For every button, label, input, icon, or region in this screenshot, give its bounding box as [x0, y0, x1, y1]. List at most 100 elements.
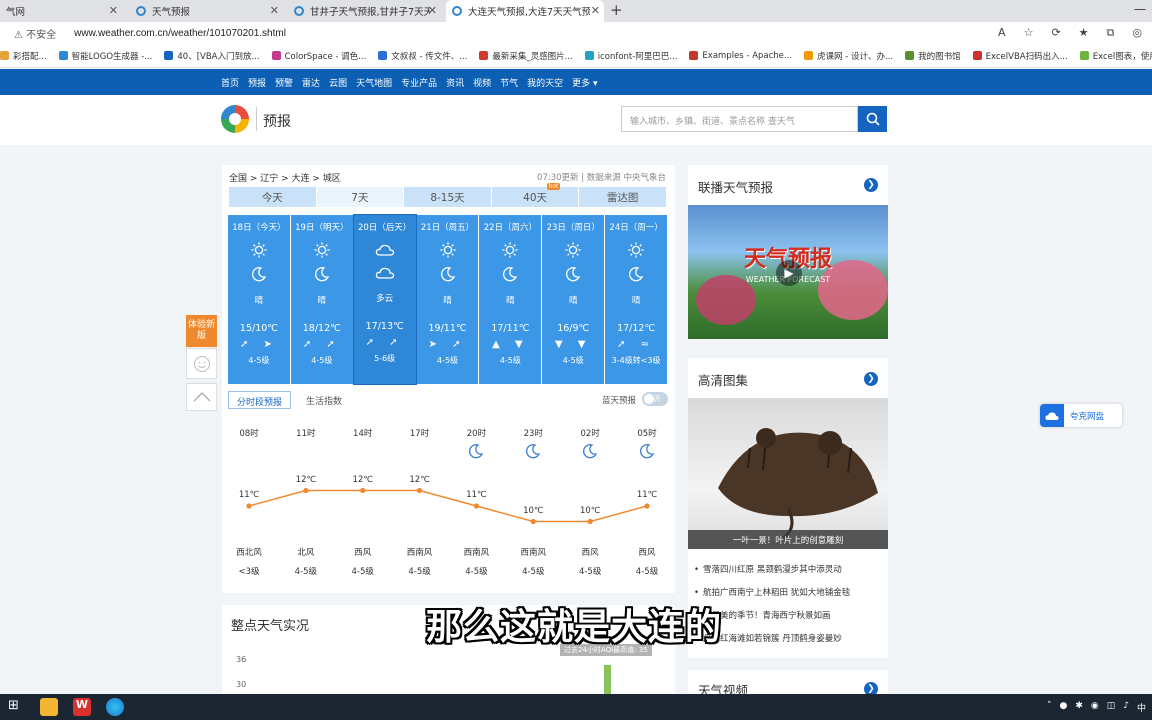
close-icon[interactable]: ✕	[109, 4, 118, 17]
day-forecast-column[interactable]: 23日（周日） 晴 16/9℃ ▼ ▼ 4-5级	[542, 215, 605, 384]
bluetooth-icon[interactable]: ✱	[1075, 701, 1083, 714]
chevron-left-icon[interactable]: ❮	[690, 458, 705, 479]
bookmark-item[interactable]: 40、[VBA入门到放...	[164, 50, 260, 62]
insecure-warning[interactable]: ⚠ 不安全	[14, 26, 56, 41]
close-icon[interactable]: ✕	[428, 4, 437, 17]
weather-logo[interactable]	[221, 105, 249, 133]
favorite-star-icon[interactable]: ☆	[1024, 26, 1034, 40]
tab-forecast-4[interactable]: 雷达图	[579, 187, 666, 207]
nav-link[interactable]: 云图	[329, 76, 347, 89]
profile-icon[interactable]: ◎	[1132, 26, 1142, 40]
bookmark-item[interactable]: 最新采集_灵感图片...	[479, 50, 573, 62]
bookmark-item[interactable]: ExcelVBA扫码出入...	[972, 50, 1068, 62]
nav-link[interactable]: 预警	[275, 76, 293, 89]
extensions-icon[interactable]: ⟳	[1051, 26, 1060, 40]
collections-icon[interactable]: ⧉	[1107, 26, 1115, 40]
favorites-icon[interactable]: ★	[1079, 26, 1089, 40]
read-aloud-icon[interactable]: A	[998, 26, 1006, 40]
bluesky-toggle[interactable]: 开	[642, 392, 668, 406]
smile-icon[interactable]	[186, 348, 217, 379]
day-forecast-column[interactable]: 22日（周六） 晴 17/11℃ ▲ ▼ 4-5级	[479, 215, 542, 384]
video-forecast-title[interactable]: 联播天气预报	[698, 177, 773, 196]
nav-link[interactable]: 我的天空	[527, 76, 563, 89]
file-explorer-icon[interactable]	[40, 698, 58, 716]
browser-tab-4-active[interactable]: 大连天气预报,大连7天天气预报 ✕	[446, 0, 604, 22]
wind-direction-icon: ▼ ▼	[554, 339, 592, 350]
news-item[interactable]: 中最美的季节！青海西宁秋景如画	[694, 609, 886, 621]
gallery-image[interactable]: ❮ ❯ 一叶一景！叶片上的创意雕刻	[688, 398, 888, 549]
bookmark-item[interactable]: Excel图表，使用日...	[1079, 50, 1152, 62]
taskbar: ⊞ W ˄ ● ✱ ◉ ◫ ♪ 中	[0, 694, 1152, 720]
search-button[interactable]	[858, 106, 887, 132]
nav-link[interactable]: 预报	[248, 76, 266, 89]
day-forecast-column[interactable]: 20日（后天） 多云 17/13℃ ➚ ➚ 5-6级	[352, 214, 417, 385]
nav-link[interactable]: 节气	[500, 76, 518, 89]
tab-forecast-3[interactable]: 40天 hot	[491, 183, 579, 207]
new-tab-icon[interactable]: +	[610, 1, 623, 19]
wind-direction-label: 西南风	[520, 548, 547, 558]
bookmark-item[interactable]: Examples - Apache...	[689, 51, 792, 61]
bookmark-item[interactable]: 虎课网 - 设计、办...	[804, 50, 893, 62]
up-icon[interactable]	[186, 383, 217, 411]
nav-link[interactable]: 资讯	[446, 76, 464, 89]
tab-label: 40天	[523, 191, 548, 204]
chevron-right-icon[interactable]: ❯	[869, 458, 884, 479]
bookmark-item[interactable]: 文叔叔 - 传文件、...	[378, 50, 467, 62]
new-version-button[interactable]: 体验新版	[186, 315, 217, 347]
close-icon[interactable]: ✕	[270, 4, 279, 17]
arrow-right-icon[interactable]: ❯	[864, 178, 878, 192]
tab-label: 8-15天	[430, 191, 465, 204]
tab-life-index[interactable]: 生活指数	[306, 394, 342, 407]
nav-link[interactable]: 专业产品	[401, 76, 437, 89]
news-item[interactable]: 航拍广西南宁上林稻田 犹如大地铺金毯	[694, 586, 886, 598]
close-icon[interactable]: ✕	[591, 4, 600, 17]
url-field[interactable]: www.weather.com.cn/weather/101070201.sht…	[74, 28, 286, 39]
tab-forecast-2[interactable]: 8-15天	[404, 187, 491, 207]
bookmark-item[interactable]: ColorSpace - 调色...	[271, 50, 366, 62]
input-method-indicator[interactable]: 中	[1137, 701, 1146, 714]
browser-tab-3[interactable]: 甘井子天气预报,甘井子7天天气 ✕	[288, 0, 441, 22]
edge-icon[interactable]	[106, 698, 124, 716]
nav-link[interactable]: 雷达	[302, 76, 320, 89]
day-forecast-column[interactable]: 21日（周五） 晴 19/11℃ ➤ ➚ 4-5级	[416, 215, 479, 384]
browser-tab-1[interactable]: 气网 ✕	[0, 0, 122, 22]
bookmark-item[interactable]: 彩搭配...	[0, 50, 47, 62]
sun-icon	[542, 241, 604, 262]
task-view-icon[interactable]: ⊞	[8, 698, 26, 716]
nav-link[interactable]: 视频	[473, 76, 491, 89]
day-forecast-column[interactable]: 18日（今天） 晴 15/10℃ ➚ ➤ 4-5级	[228, 215, 290, 384]
network-icon[interactable]: ◫	[1107, 701, 1116, 714]
bookmark-item[interactable]: 我的图书馆	[905, 50, 961, 62]
nav-link[interactable]: 更多 ▾	[572, 76, 597, 89]
bookmark-item[interactable]: 智能LOGO生成器 -...	[58, 50, 152, 62]
tab-hourly[interactable]: 分时段预报	[228, 391, 292, 409]
gallery-title[interactable]: 高清图集	[698, 370, 748, 389]
tab-forecast-1[interactable]: 7天	[316, 187, 404, 207]
browser-tab-2[interactable]: 天气预报 ✕	[130, 0, 283, 22]
tab-title: 甘井子天气预报,甘井子7天天气	[310, 7, 430, 18]
news-item[interactable]: 雪落四川红原 黑颈鹤漫步其中添灵动	[694, 563, 886, 575]
bookmark-label: iconfont-阿里巴巴...	[597, 51, 678, 62]
search-input[interactable]: 输入城市、乡镇、街道、景点名称 查天气	[621, 106, 858, 132]
nav-link[interactable]: 首页	[221, 76, 239, 89]
chevron-up-icon[interactable]: ˄	[1047, 701, 1052, 714]
minimize-icon[interactable]: —	[1134, 2, 1146, 16]
day-wind-level: 3-4级转<3级	[611, 356, 661, 365]
breadcrumb[interactable]: 全国 > 辽宁 > 大连 > 城区	[229, 171, 341, 184]
news-item[interactable]: 盘锦红海滩如若锦簇 丹顶鹤身姿曼妙	[694, 632, 886, 644]
video-thumbnail[interactable]: 天气预报 WEATHER FORECAST ▶	[688, 205, 888, 339]
nav-link[interactable]: 天气地图	[356, 76, 392, 89]
day-forecast-column[interactable]: 24日（周一） 晴 17/12℃ ➚ ≈ 3-4级转<3级	[605, 215, 668, 384]
play-icon[interactable]: ▶	[776, 260, 802, 286]
bookmark-item[interactable]: iconfont-阿里巴巴...	[584, 50, 678, 62]
arrow-right-icon[interactable]: ❯	[864, 372, 878, 386]
mic-icon[interactable]: ●	[1059, 701, 1067, 714]
sun-icon	[479, 241, 541, 262]
day-wind-level: 4-5级	[499, 356, 521, 365]
volume-icon[interactable]: ♪	[1123, 701, 1129, 714]
wechat-icon[interactable]: ◉	[1091, 701, 1099, 714]
day-forecast-column[interactable]: 19日（明天） 晴 18/12℃ ➚ ➚ 4-5级	[290, 215, 353, 384]
cloud-drive-button[interactable]: 夸克网盘	[1040, 404, 1122, 427]
tab-forecast-0[interactable]: 今天	[229, 187, 316, 207]
wps-icon[interactable]: W	[73, 698, 91, 716]
